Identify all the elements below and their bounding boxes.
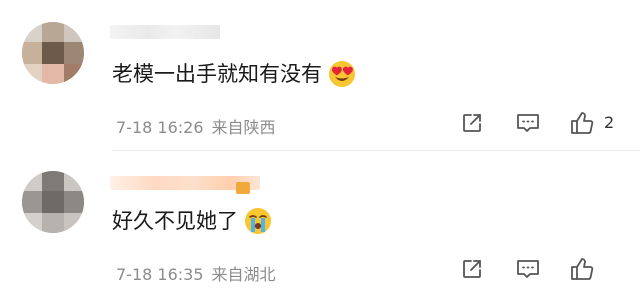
comment-icon xyxy=(517,260,539,278)
avatar[interactable] xyxy=(22,171,84,233)
comment-location: 来自陕西 xyxy=(211,118,276,137)
comment-button[interactable] xyxy=(514,109,542,137)
share-button[interactable] xyxy=(458,255,486,283)
thumbs-up-icon xyxy=(571,258,594,280)
vip-badge xyxy=(236,182,250,194)
comment-feed: 老模一出手就知有没有 7-18 16:26 来自陕西 2 好久不见她了 7-18… xyxy=(0,0,640,297)
comment-text: 老模一出手就知有没有 xyxy=(112,60,356,88)
crying-emoji xyxy=(245,208,271,234)
share-icon xyxy=(463,260,481,278)
like-count: 2 xyxy=(604,113,615,132)
comment-timestamp: 7-18 16:26 xyxy=(116,118,204,137)
comment-timestamp: 7-18 16:35 xyxy=(116,265,204,284)
like-button[interactable] xyxy=(568,255,596,283)
comment-button[interactable] xyxy=(514,255,542,283)
comment-text-content: 老模一出手就知有没有 xyxy=(112,62,322,86)
heart-eyes-emoji xyxy=(329,61,355,87)
thumbs-up-icon xyxy=(571,112,594,134)
share-icon xyxy=(463,114,481,132)
comment-meta: 7-18 16:35 来自湖北 xyxy=(116,261,276,285)
comment-item: 好久不见她了 7-18 16:35 来自湖北 xyxy=(0,151,640,297)
comment-location: 来自湖北 xyxy=(211,265,276,284)
comment-text: 好久不见她了 xyxy=(112,207,272,235)
share-button[interactable] xyxy=(458,109,486,137)
comment-icon xyxy=(517,114,539,132)
comment-meta: 7-18 16:26 来自陕西 xyxy=(116,114,276,138)
comment-text-content: 好久不见她了 xyxy=(112,209,238,233)
like-button[interactable] xyxy=(568,109,596,137)
avatar[interactable] xyxy=(22,22,84,84)
username-blurred[interactable] xyxy=(110,25,220,39)
comment-item: 老模一出手就知有没有 7-18 16:26 来自陕西 2 xyxy=(0,0,640,151)
